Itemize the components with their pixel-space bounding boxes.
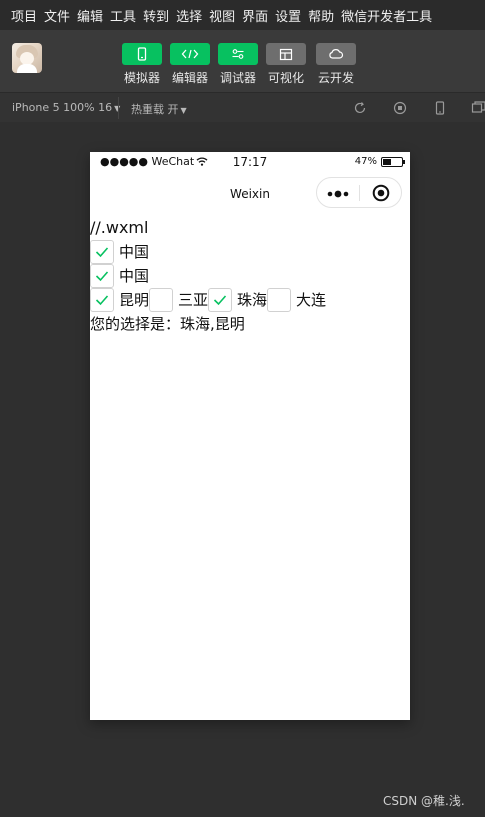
- checkbox-label-zhuhai: 珠海: [237, 291, 268, 309]
- cloud-icon: [316, 43, 356, 65]
- code-icon: [170, 43, 210, 65]
- menu-settings[interactable]: 设置: [275, 6, 301, 25]
- battery-status: 47%: [354, 156, 405, 167]
- selection-result: 您的选择是：珠海,昆明: [90, 315, 245, 333]
- checkbox-row-china-1: 中国: [90, 240, 410, 264]
- menu-view[interactable]: 视图: [209, 6, 235, 25]
- checkbox-row-china-2: 中国: [90, 264, 410, 288]
- user-avatar[interactable]: [12, 43, 42, 73]
- checkbox-label-dalian: 大连: [296, 291, 327, 309]
- menu-goto[interactable]: 转到: [143, 6, 169, 25]
- checkmark-icon: [95, 295, 109, 306]
- refresh-icon[interactable]: [352, 100, 368, 116]
- checkmark-icon: [95, 247, 109, 258]
- checkmark-icon: [213, 295, 227, 306]
- menu-tools[interactable]: 工具: [110, 6, 136, 25]
- simulator-options-bar: iPhone 5 100% 16▼ 热重载 开▼: [0, 92, 485, 122]
- phone-preview-icon[interactable]: [432, 100, 448, 116]
- checkbox-zhuhai[interactable]: [208, 288, 233, 312]
- watermark: CSDN @稚.浅.: [383, 794, 465, 808]
- layout-icon: [266, 43, 306, 65]
- phone-simulator: ●●●●● WeChat 17:17 47% Weixin //.wxml 中国…: [90, 152, 410, 720]
- cloud-dev-label: 云开发: [317, 71, 354, 85]
- checkmark-icon: [95, 271, 109, 282]
- debugger-button[interactable]: 调试器: [218, 43, 258, 86]
- simulator-button[interactable]: 模拟器: [122, 43, 162, 86]
- window-icon[interactable]: [471, 100, 485, 116]
- checkbox-dalian[interactable]: [267, 288, 292, 312]
- phone-icon: [122, 43, 162, 65]
- menu-interface[interactable]: 界面: [242, 6, 268, 25]
- battery-percent: 47%: [354, 156, 377, 167]
- checkbox-china-2[interactable]: [90, 264, 114, 288]
- wxml-comment: //.wxml: [90, 218, 149, 237]
- chevron-down-icon: ▼: [180, 106, 187, 115]
- visualize-button[interactable]: 可视化: [266, 43, 306, 86]
- page-content: //.wxml 中国 中国 昆明 三亚 珠海 大连 您的选择是：珠海,昆明: [90, 216, 410, 336]
- menu-wechat-devtools[interactable]: 微信开发者工具: [341, 6, 432, 25]
- capsule-divider: [359, 185, 360, 201]
- stop-icon[interactable]: [392, 100, 408, 116]
- debug-toggles-icon: [218, 43, 258, 65]
- menu-edit[interactable]: 编辑: [77, 6, 103, 25]
- editor-button[interactable]: 编辑器: [170, 43, 210, 86]
- divider: [118, 97, 119, 119]
- menu-bar: 项目 文件 编辑 工具 转到 选择 视图 界面 设置 帮助 微信开发者工具: [0, 0, 485, 30]
- device-select[interactable]: iPhone 5 100% 16▼: [12, 101, 120, 114]
- checkbox-china-1[interactable]: [90, 240, 114, 264]
- hot-reload-select[interactable]: 热重载 开 ▼: [131, 101, 187, 117]
- device-select-label: iPhone 5 100% 16: [12, 101, 113, 114]
- battery-icon: [381, 156, 405, 167]
- city-checkbox-group: 昆明 三亚 珠海 大连: [90, 288, 410, 312]
- checkbox-kunming[interactable]: [90, 288, 114, 312]
- status-bar: ●●●●● WeChat 17:17 47%: [90, 152, 410, 172]
- mini-program-navbar: Weixin: [90, 172, 410, 216]
- cloud-dev-button[interactable]: 云开发: [316, 43, 356, 86]
- menu-select[interactable]: 选择: [176, 6, 202, 25]
- menu-help[interactable]: 帮助: [308, 6, 334, 25]
- close-target-icon[interactable]: [372, 184, 390, 206]
- checkbox-label-sanya: 三亚: [178, 291, 209, 309]
- checkbox-label-kunming: 昆明: [119, 291, 150, 309]
- checkbox-label: 中国: [119, 267, 150, 285]
- menu-file[interactable]: 文件: [44, 6, 70, 25]
- more-dots-icon[interactable]: [326, 186, 352, 205]
- hot-reload-label: 热重载 开: [131, 103, 179, 116]
- main-toolbar: 模拟器 编辑器 调试器 可视化 云开发: [0, 30, 485, 92]
- checkbox-label: 中国: [119, 243, 150, 261]
- capsule-menu: [316, 177, 402, 208]
- checkbox-sanya[interactable]: [149, 288, 174, 312]
- menu-project[interactable]: 项目: [11, 6, 37, 25]
